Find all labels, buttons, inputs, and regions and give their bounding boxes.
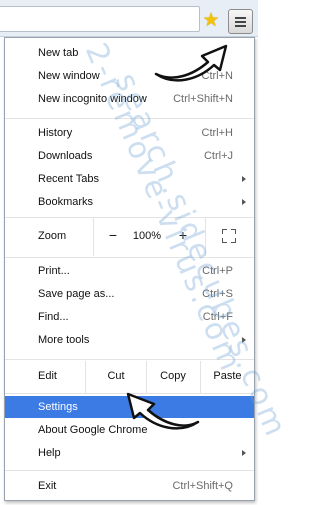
shortcut-label: Ctrl+Shift+Q [172, 480, 233, 492]
shortcut-label: Ctrl+Shift+N [173, 93, 233, 105]
menu-separator [5, 359, 254, 360]
submenu-arrow-icon [242, 176, 246, 182]
menu-item-save-page-as[interactable]: Save page as... Ctrl+S [5, 283, 254, 305]
zoom-level: 100% [132, 230, 162, 242]
menu-item-new-incognito-window[interactable]: New incognito window Ctrl+Shift+N [5, 88, 254, 110]
edit-label: Edit [38, 370, 57, 382]
menu-separator [5, 118, 254, 119]
menu-item-exit[interactable]: Exit Ctrl+Shift+Q [5, 475, 254, 497]
cut-button[interactable]: Cut [86, 370, 146, 382]
zoom-in-button[interactable]: + [175, 227, 191, 243]
zoom-label: Zoom [38, 230, 67, 242]
browser-toolbar: ★ [0, 0, 258, 37]
menu-item-about-google-chrome[interactable]: About Google Chrome [5, 419, 254, 441]
menu-item-history[interactable]: History Ctrl+H [5, 122, 254, 144]
menu-item-more-tools[interactable]: More tools [5, 329, 254, 351]
menu-item-downloads[interactable]: Downloads Ctrl+J [5, 145, 254, 167]
copy-button[interactable]: Copy [147, 370, 199, 382]
submenu-arrow-icon [242, 337, 246, 343]
zoom-out-button[interactable]: − [105, 227, 121, 243]
edit-row: Edit Cut Copy Paste [5, 361, 254, 393]
menu-separator [5, 257, 254, 258]
shortcut-label: Ctrl+P [202, 265, 233, 277]
fullscreen-icon[interactable] [222, 229, 236, 243]
menu-item-help[interactable]: Help [5, 442, 254, 464]
menu-item-recent-tabs[interactable]: Recent Tabs [5, 168, 254, 190]
shortcut-label: Ctrl+F [202, 311, 233, 323]
menu-item-settings[interactable]: Settings [5, 396, 254, 418]
menu-item-new-tab[interactable]: New tab [5, 42, 254, 64]
hamburger-menu-icon [235, 17, 246, 19]
shortcut-label: Ctrl+J [203, 150, 233, 162]
submenu-arrow-icon [242, 450, 246, 456]
menu-separator [5, 393, 254, 394]
shortcut-label: Ctrl+S [202, 288, 233, 300]
menu-separator [5, 470, 254, 471]
zoom-row: Zoom − 100% + [5, 218, 254, 256]
shortcut-label: Ctrl+N [201, 70, 233, 82]
shortcut-label: Ctrl+H [201, 127, 233, 139]
menu-item-print[interactable]: Print... Ctrl+P [5, 260, 254, 282]
menu-item-find[interactable]: Find... Ctrl+F [5, 306, 254, 328]
paste-button[interactable]: Paste [201, 370, 254, 382]
submenu-arrow-icon [242, 199, 246, 205]
chrome-menu: New tab New window Ctrl+N New incognito … [4, 37, 255, 501]
chrome-menu-button[interactable] [228, 9, 253, 34]
star-icon[interactable]: ★ [200, 10, 222, 32]
menu-item-new-window[interactable]: New window Ctrl+N [5, 65, 254, 87]
address-bar[interactable] [0, 6, 200, 32]
menu-item-bookmarks[interactable]: Bookmarks [5, 191, 254, 213]
